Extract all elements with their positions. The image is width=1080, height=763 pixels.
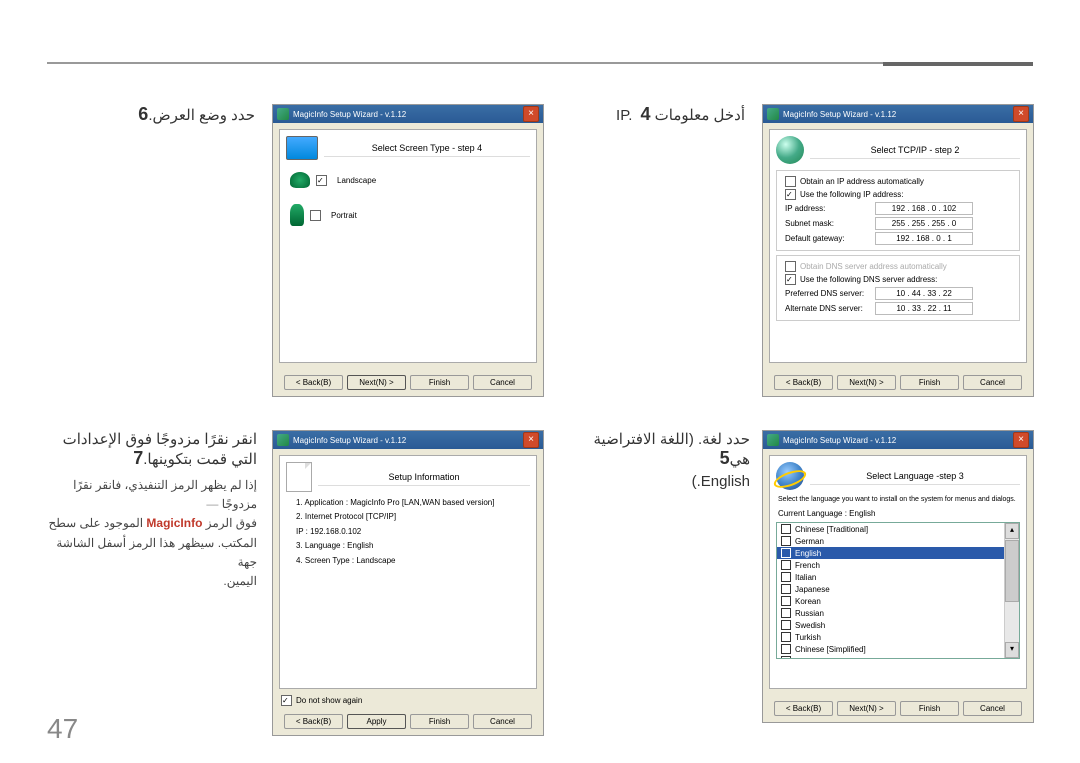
scrollbar[interactable]: ▴ ▾	[1004, 523, 1019, 658]
app-icon	[767, 434, 779, 446]
scroll-down-icon[interactable]: ▾	[1005, 642, 1019, 658]
checkbox-landscape[interactable]	[316, 175, 327, 186]
checkbox-use-ip[interactable]	[785, 189, 796, 200]
dialog-title: MagicInfo Setup Wizard - v.1.12	[293, 436, 406, 445]
section-title: Select TCP/IP - step 2	[810, 142, 1020, 159]
monitor-icon	[286, 136, 318, 160]
app-icon	[277, 434, 289, 446]
ie-icon	[776, 462, 804, 490]
doc-icon	[286, 462, 312, 492]
close-icon[interactable]: ×	[523, 432, 539, 448]
titlebar: MagicInfo Setup Wizard - v.1.12 ×	[763, 105, 1033, 123]
scroll-thumb[interactable]	[1005, 540, 1019, 602]
landscape-option[interactable]: Landscape	[286, 170, 530, 190]
language-list[interactable]: Chinese [Traditional] German English Fre…	[776, 522, 1020, 659]
dialog-language: MagicInfo Setup Wizard - v.1.12 × Select…	[762, 430, 1034, 723]
close-icon[interactable]: ×	[1013, 106, 1029, 122]
next-button[interactable]: Next(N) >	[837, 701, 896, 716]
page-number: 47	[47, 713, 78, 745]
tree-icon	[290, 204, 304, 226]
scroll-up-icon[interactable]: ▴	[1005, 523, 1019, 539]
next-button[interactable]: Next(N) >	[347, 375, 406, 390]
finish-button[interactable]: Finish	[900, 375, 959, 390]
back-button[interactable]: < Back(B)	[284, 375, 343, 390]
setup-info-text: 1. Application : MagicInfo Pro [LAN,WAN …	[286, 492, 530, 572]
current-lang: Current Language : English	[778, 509, 1018, 518]
step-5-sub: English.)	[555, 473, 750, 490]
back-button[interactable]: < Back(B)	[774, 701, 833, 716]
finish-button[interactable]: Finish	[900, 701, 959, 716]
checkbox-auto-dns	[785, 261, 796, 272]
gateway-field[interactable]: 192 . 168 . 0 . 1	[875, 232, 973, 245]
cancel-button[interactable]: Cancel	[473, 375, 532, 390]
dialog-screentype: MagicInfo Setup Wizard - v.1.12 × Select…	[272, 104, 544, 397]
close-icon[interactable]: ×	[523, 106, 539, 122]
back-button[interactable]: < Back(B)	[284, 714, 343, 729]
dialog-setupinfo: MagicInfo Setup Wizard - v.1.12 × Setup …	[272, 430, 544, 736]
page-divider-accent	[883, 62, 1033, 66]
checkbox-noshow[interactable]	[281, 695, 292, 706]
close-icon[interactable]: ×	[1013, 432, 1029, 448]
step-7-head: انقر نقرًا مزدوجًا فوق الإعدادات التي قم…	[47, 430, 257, 469]
titlebar: MagicInfo Setup Wizard - v.1.12 ×	[273, 105, 543, 123]
app-icon	[767, 108, 779, 120]
dialog-title: MagicInfo Setup Wizard - v.1.12	[783, 110, 896, 119]
globe-icon	[776, 136, 804, 164]
finish-button[interactable]: Finish	[410, 375, 469, 390]
checkbox-auto-ip[interactable]	[785, 176, 796, 187]
apply-button[interactable]: Apply	[347, 714, 406, 729]
adns-field[interactable]: 10 . 33 . 22 . 11	[875, 302, 973, 315]
step-4-head: أدخل معلومات IP.4	[565, 104, 745, 125]
subnet-field[interactable]: 255 . 255 . 255 . 0	[875, 217, 973, 230]
portrait-option[interactable]: Portrait	[286, 202, 530, 228]
dialog-tcpip: MagicInfo Setup Wizard - v.1.12 × Select…	[762, 104, 1034, 397]
checkbox-portrait[interactable]	[310, 210, 321, 221]
lang-prompt: Select the language you want to install …	[778, 496, 1018, 503]
section-title: Select Language -step 3	[810, 468, 1020, 485]
section-title: Select Screen Type - step 4	[324, 140, 530, 157]
dialog-title: MagicInfo Setup Wizard - v.1.12	[293, 110, 406, 119]
back-button[interactable]: < Back(B)	[774, 375, 833, 390]
titlebar: MagicInfo Setup Wizard - v.1.12 ×	[763, 431, 1033, 449]
tree-icon	[290, 172, 310, 188]
app-icon	[277, 108, 289, 120]
next-button[interactable]: Next(N) >	[837, 375, 896, 390]
ip-field[interactable]: 192 . 168 . 0 . 102	[875, 202, 973, 215]
dialog-title: MagicInfo Setup Wizard - v.1.12	[783, 436, 896, 445]
pdns-field[interactable]: 10 . 44 . 33 . 22	[875, 287, 973, 300]
step-7-note: إذا لم يظهر الرمز التنفيذي، فانقر نقرًا …	[47, 476, 257, 591]
step-6-head: حدد وضع العرض.6	[75, 104, 255, 125]
cancel-button[interactable]: Cancel	[963, 375, 1022, 390]
finish-button[interactable]: Finish	[410, 714, 469, 729]
cancel-button[interactable]: Cancel	[473, 714, 532, 729]
step-5-head: حدد لغة. (اللغة الافتراضية هي5	[555, 430, 750, 469]
titlebar: MagicInfo Setup Wizard - v.1.12 ×	[273, 431, 543, 449]
section-title: Setup Information	[318, 469, 530, 486]
checkbox-use-dns[interactable]	[785, 274, 796, 285]
cancel-button[interactable]: Cancel	[963, 701, 1022, 716]
